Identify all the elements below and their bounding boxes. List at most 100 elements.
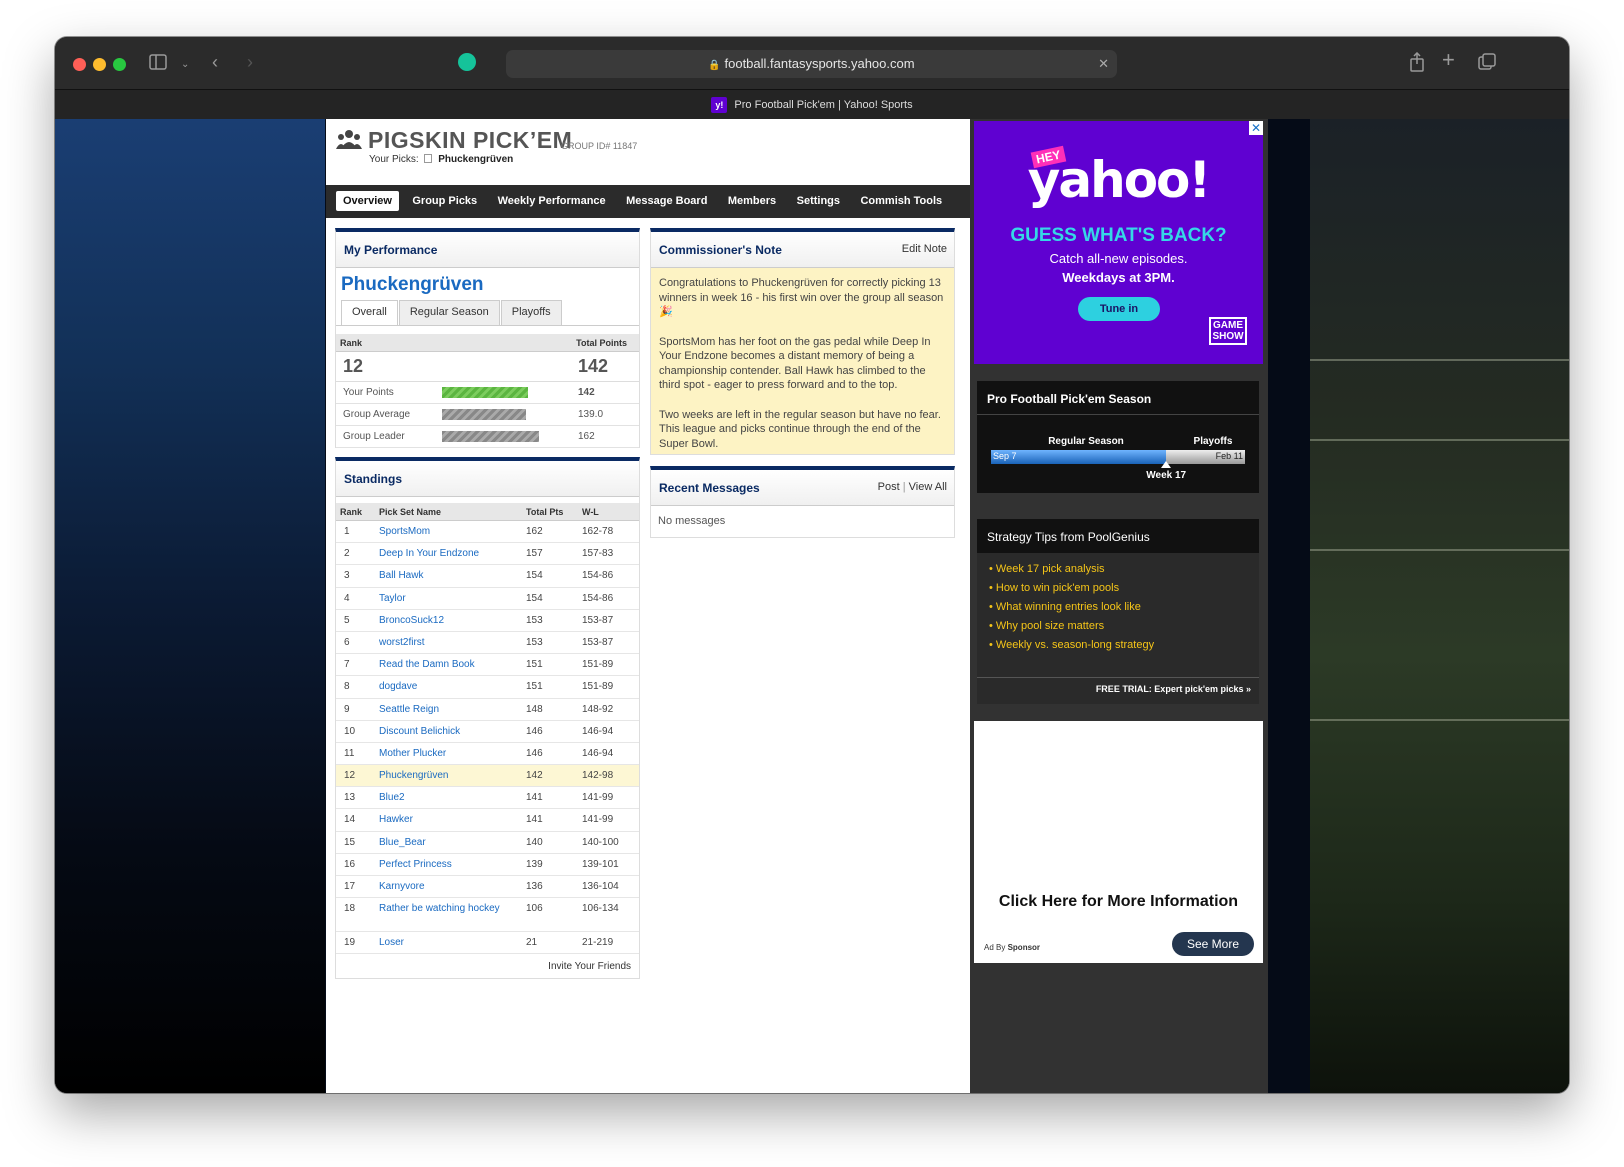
pick-set-name-link[interactable]: Ball Hawk: [379, 570, 519, 581]
pick-set-name-link[interactable]: worst2first: [379, 637, 519, 648]
edit-note-link[interactable]: Edit Note: [902, 243, 947, 255]
total-pts-cell: 154: [526, 592, 543, 604]
pick-set-name-link[interactable]: Blue_Bear: [379, 837, 519, 848]
grammarly-extension-icon[interactable]: [458, 53, 476, 71]
col-pick-set-name: Pick Set Name: [379, 507, 442, 517]
tip-link[interactable]: Why pool size matters: [996, 620, 1104, 632]
pick-set-name-link[interactable]: Perfect Princess: [379, 859, 519, 870]
tab-weekly-performance[interactable]: Weekly Performance: [491, 191, 613, 211]
ad-line-1: Catch all-new episodes.: [1049, 251, 1188, 266]
your-points-value: 142: [578, 387, 595, 398]
ad-by-label: Ad By Sponsor: [984, 943, 1040, 952]
address-bar[interactable]: 🔒 football.fantasysports.yahoo.com ✕: [506, 50, 1117, 78]
back-arrow-icon[interactable]: ‹: [212, 53, 218, 71]
tip-link[interactable]: How to win pick'em pools: [996, 582, 1119, 594]
total-pts-cell: 151: [526, 659, 543, 671]
pick-set-name-link[interactable]: Karnyvore: [379, 881, 519, 892]
table-row: 17 Karnyvore 136 136-104: [336, 876, 639, 899]
pick-set-name-link[interactable]: Discount Belichick: [379, 726, 519, 737]
pick-set-name-link[interactable]: Loser: [379, 937, 519, 948]
tab-settings[interactable]: Settings: [790, 191, 847, 211]
table-row: 12 Phuckengrüven 142 142-98: [336, 765, 639, 788]
forward-arrow-icon[interactable]: ›: [247, 53, 253, 71]
tip-item[interactable]: • How to win pick'em pools: [989, 582, 1247, 594]
pick-set-name-link[interactable]: BroncoSuck12: [379, 615, 519, 626]
invite-friends-link[interactable]: Invite Your Friends: [336, 954, 639, 979]
clear-url-icon[interactable]: ✕: [1098, 50, 1109, 78]
minimize-window-button[interactable]: [93, 58, 106, 71]
pick-set-name-link[interactable]: Rather be watching hockey: [379, 903, 519, 914]
pick-set-name-link[interactable]: Seattle Reign: [379, 704, 519, 715]
sponsor-ad[interactable]: Click Here for More Information Ad By Sp…: [974, 721, 1263, 963]
performance-name[interactable]: Phuckengrüven: [336, 268, 639, 300]
pick-set-name-link[interactable]: Phuckengrüven: [379, 770, 519, 781]
browser-window: ⌄ ‹ › 🔒 football.fantasysports.yahoo.com…: [55, 37, 1569, 1093]
total-pts-cell: 151: [526, 681, 543, 693]
total-pts-cell: 21: [526, 937, 538, 949]
free-trial-link[interactable]: FREE TRIAL: Expert pick'em picks »: [977, 677, 1259, 700]
group-leader-bar: [442, 431, 539, 442]
tip-item[interactable]: • Why pool size matters: [989, 620, 1247, 632]
table-row: 5 BroncoSuck12 153 153-87: [336, 610, 639, 632]
rank-cell: 17: [344, 881, 356, 892]
pick-set-name-link[interactable]: Taylor: [379, 593, 519, 604]
rank-cell: 3: [344, 570, 350, 582]
view-all-link[interactable]: View All: [909, 481, 947, 493]
close-ad-icon[interactable]: ✕: [1249, 121, 1263, 135]
pick-set-name-link[interactable]: SportsMom: [379, 526, 519, 537]
logo-line: GAME: [1213, 320, 1243, 331]
col-rank: Rank: [340, 507, 363, 517]
new-tab-icon[interactable]: +: [1442, 49, 1455, 71]
tab-message-board[interactable]: Message Board: [619, 191, 714, 211]
chevron-down-icon[interactable]: ⌄: [181, 56, 189, 74]
your-picks-name[interactable]: Phuckengrüven: [438, 154, 513, 165]
page-header: PIGSKIN PICK’EM GROUP ID# 11847 Your Pic…: [326, 119, 970, 185]
current-week-marker-icon: [1161, 461, 1172, 468]
tab-overview-icon[interactable]: [1478, 53, 1496, 71]
sidebar-icon[interactable]: [149, 54, 167, 70]
tab-members[interactable]: Members: [721, 191, 783, 211]
pick-set-name-link[interactable]: Deep In Your Endzone: [379, 548, 519, 559]
game-show-logo: GAME SHOW: [1209, 317, 1247, 345]
pick-set-name-link[interactable]: Hawker: [379, 814, 519, 825]
tab-regular-season[interactable]: Regular Season: [398, 300, 500, 325]
tab-group-picks[interactable]: Group Picks: [405, 191, 484, 211]
tip-link[interactable]: Week 17 pick analysis: [996, 563, 1105, 575]
tab-overall[interactable]: Overall: [341, 300, 398, 325]
tip-item[interactable]: • Week 17 pick analysis: [989, 563, 1247, 575]
close-window-button[interactable]: [73, 58, 86, 71]
your-points-label: Your Points: [343, 387, 394, 398]
tab-playoffs[interactable]: Playoffs: [500, 300, 562, 325]
total-pts-cell: 153: [526, 614, 543, 626]
tab-overview[interactable]: Overview: [336, 191, 399, 211]
share-icon[interactable]: [1409, 52, 1425, 72]
season-start: Sep 7: [993, 451, 1017, 461]
standings-panel: Standings Rank Pick Set Name Total Pts W…: [335, 457, 640, 979]
ad-headline: GUESS WHAT'S BACK?: [1010, 225, 1227, 246]
sponsor-ad-text[interactable]: Click Here for More Information: [974, 893, 1263, 911]
tip-link[interactable]: Weekly vs. season-long strategy: [996, 639, 1154, 651]
post-link[interactable]: Post: [878, 481, 900, 493]
ad-line-2: Weekdays at 3PM.: [1062, 270, 1175, 285]
tip-item[interactable]: • What winning entries look like: [989, 601, 1247, 613]
yahoo-ad[interactable]: ✕ HEY yahoo! GUESS WHAT'S BACK? Catch al…: [974, 121, 1263, 364]
tips-list: • Week 17 pick analysis • How to win pic…: [977, 553, 1259, 651]
logo-line: SHOW: [1212, 331, 1244, 342]
zoom-window-button[interactable]: [113, 58, 126, 71]
rank-header: Rank Total Points: [336, 334, 639, 352]
tune-in-button[interactable]: Tune in: [1078, 297, 1160, 321]
w-l-cell: 21-219: [582, 937, 614, 949]
table-row: 19 Loser 21 21-219: [336, 932, 639, 955]
see-more-button[interactable]: See More: [1172, 932, 1254, 956]
pick-set-name-link[interactable]: Blue2: [379, 792, 519, 803]
yahoo-favicon-icon: y!: [711, 97, 728, 114]
tip-item[interactable]: • Weekly vs. season-long strategy: [989, 639, 1247, 651]
pick-set-name-link[interactable]: Read the Damn Book: [379, 659, 519, 670]
pick-set-name-link[interactable]: Mother Plucker: [379, 748, 519, 759]
pick-set-name-link[interactable]: dogdave: [379, 681, 519, 692]
group-average-bar: [442, 409, 526, 420]
season-end: Feb 11: [1215, 451, 1243, 461]
tip-link[interactable]: What winning entries look like: [996, 601, 1141, 613]
browser-tab[interactable]: y! Pro Football Pick'em | Yahoo! Sports: [55, 89, 1569, 119]
tab-commish-tools[interactable]: Commish Tools: [853, 191, 949, 211]
